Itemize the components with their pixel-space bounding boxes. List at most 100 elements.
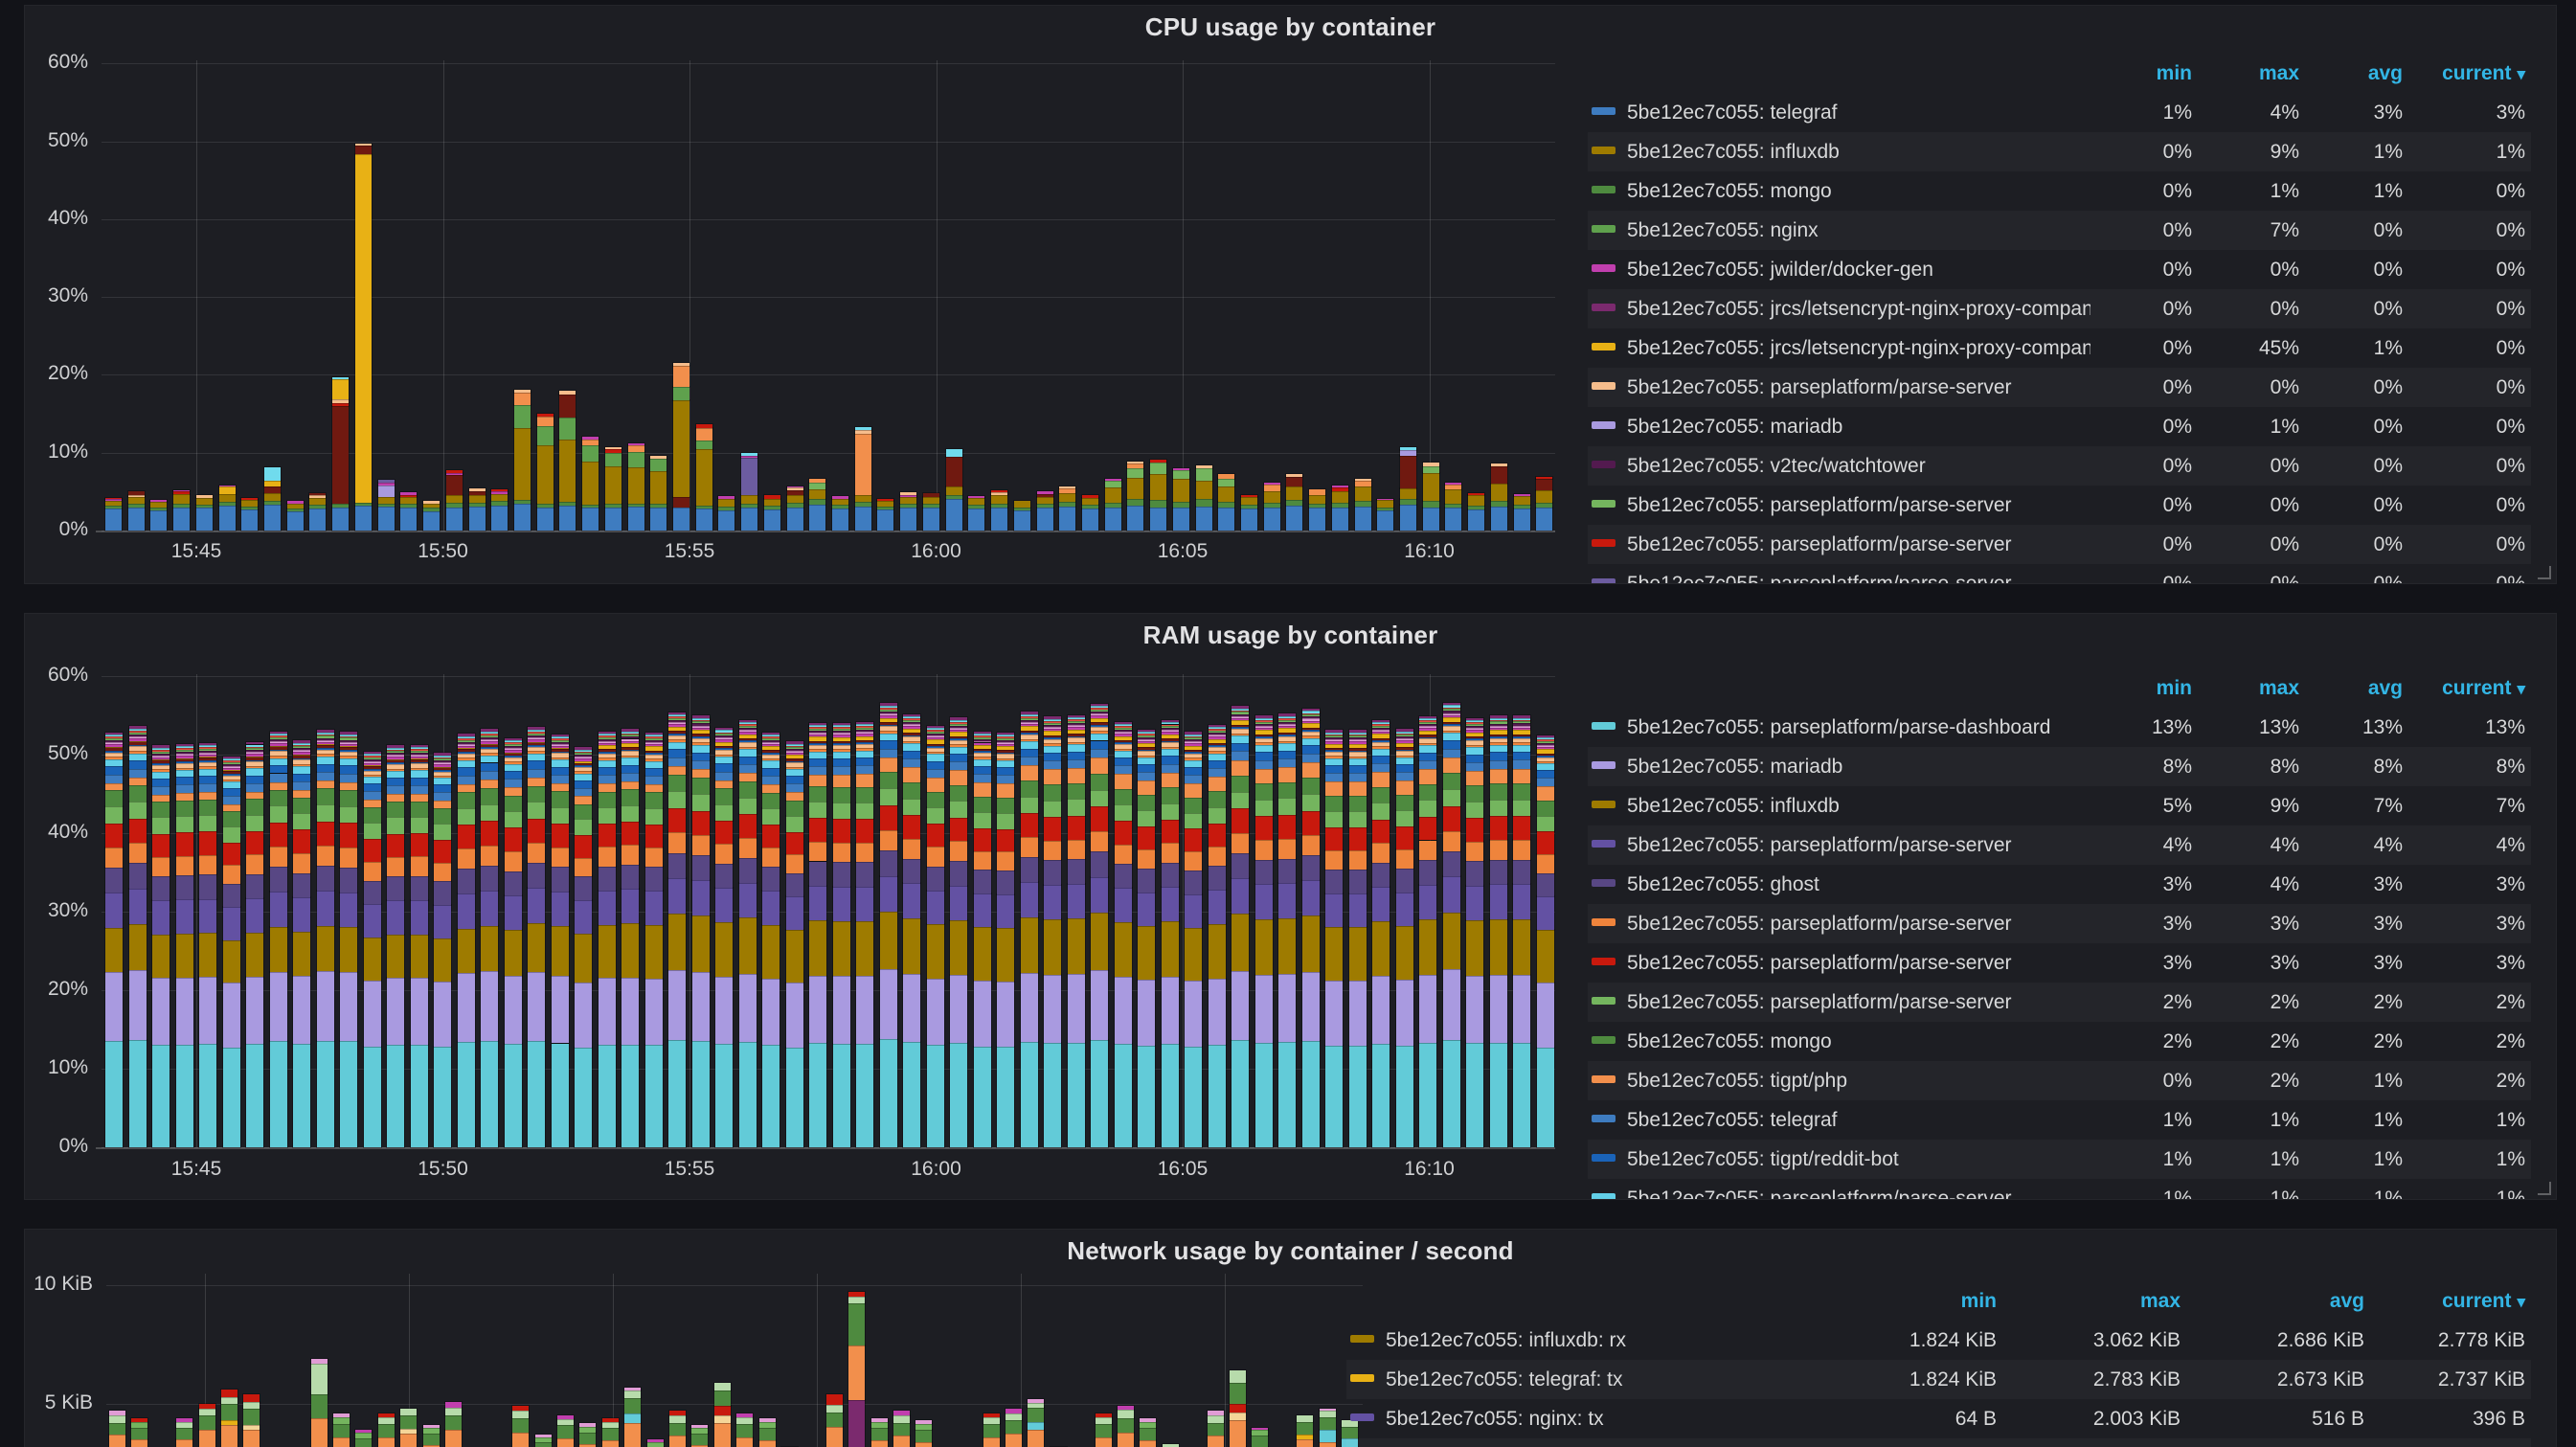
bar-segment — [1255, 884, 1273, 918]
legend-row[interactable]: 5be12ec7c055: telegraf1%4%3%3% — [1588, 93, 2531, 132]
legend-series-label[interactable]: 5be12ec7c055: parseplatform/parse-dashbo… — [1588, 716, 2090, 739]
bar-segment — [1490, 730, 1507, 735]
legend-series-label[interactable]: 5be12ec7c055: parseplatform/parse-server — [1588, 494, 2090, 517]
legend-row[interactable]: 5be12ec7c055: parseplatform/parse-server… — [1588, 983, 2531, 1022]
legend-row[interactable]: 5be12ec7c055: telegraf1%1%1%1% — [1588, 1100, 2531, 1140]
legend-value-avg: 0% — [2305, 219, 2408, 242]
legend-row[interactable]: 5be12ec7c055: mariadb0%1%0%0% — [1588, 407, 2531, 446]
bar-segment — [105, 806, 123, 824]
legend-series-label[interactable]: 5be12ec7c055: mariadb — [1588, 416, 2090, 439]
legend-header-min[interactable]: min — [2090, 677, 2198, 700]
legend-header-max[interactable]: max — [2002, 1290, 2186, 1313]
legend-header-min[interactable]: min — [2090, 62, 2198, 85]
legend-row[interactable]: 5be12ec7c055: nginx0%7%0%0% — [1588, 211, 2531, 250]
legend-series-label[interactable]: 5be12ec7c055: tigpt/php — [1588, 1070, 2090, 1093]
legend-series-label[interactable]: 5be12ec7c055: jwilder/docker-gen — [1588, 259, 2090, 282]
legend-series-label[interactable]: 5be12ec7c055: jrcs/letsencrypt-nginx-pro… — [1588, 337, 2090, 360]
bar-segment — [974, 757, 991, 758]
legend-row[interactable]: 5be12ec7c055: parseplatform/parse-server… — [1588, 486, 2531, 525]
bar-segment — [1320, 1409, 1336, 1411]
bar-segment — [762, 793, 780, 808]
legend-series-label[interactable]: 5be12ec7c055: mongo — [1588, 180, 2090, 203]
bar-segment — [1209, 760, 1226, 768]
bar-segment — [317, 866, 334, 891]
legend-series-label[interactable]: 5be12ec7c055: parseplatform/parse-server — [1588, 376, 2090, 399]
legend-series-label[interactable]: 5be12ec7c055: influxdb — [1588, 795, 2090, 818]
legend-value-current: 1% — [2408, 1109, 2531, 1132]
panel-resize-handle[interactable] — [2538, 1182, 2551, 1195]
legend-series-label[interactable]: 5be12ec7c055: mongo — [1588, 1030, 2090, 1053]
bar-segment — [552, 824, 569, 848]
legend-series-label[interactable]: 5be12ec7c055: influxdb — [1588, 141, 2090, 164]
legend-row[interactable]: 5be12ec7c055: jrcs/letsencrypt-nginx-pro… — [1588, 289, 2531, 328]
legend-header-current[interactable]: current▾ — [2370, 1290, 2531, 1313]
legend-row[interactable]: 5be12ec7c055: parseplatform/parse-dashbo… — [1588, 708, 2531, 747]
legend-header-min[interactable]: min — [1819, 1290, 2002, 1313]
bar-segment — [505, 761, 522, 763]
legend-header-max[interactable]: max — [2198, 62, 2305, 85]
legend-header-current[interactable]: current▾ — [2408, 677, 2531, 700]
legend-series-label[interactable]: 5be12ec7c055: tigpt/reddit-bot — [1588, 1148, 2090, 1171]
legend-row[interactable]: 5be12ec7c055: ghost3%4%3%3% — [1588, 865, 2531, 904]
bar-segment — [1396, 735, 1413, 736]
legend-series-label[interactable]: 5be12ec7c055: parseplatform/parse-server — [1588, 573, 2090, 585]
legend-row[interactable]: 5be12ec7c055: parseplatform/parse-server… — [1588, 564, 2531, 584]
bar-segment — [270, 805, 287, 823]
legend-row[interactable]: 5be12ec7c055: parseplatform/parse-server… — [1588, 1179, 2531, 1200]
legend-row[interactable]: 5be12ec7c055: parseplatform/parse-server… — [1588, 368, 2531, 407]
legend-row[interactable]: 5be12ec7c055: jrcs/letsencrypt-nginx-pro… — [1588, 328, 2531, 368]
legend-series-label[interactable]: 5be12ec7c055: telegraf — [1588, 1109, 2090, 1132]
bar-segment — [1513, 728, 1530, 730]
legend-series-label[interactable]: 5be12ec7c055: v2tec/watchtower — [1588, 455, 2090, 478]
legend-series-label[interactable]: 5be12ec7c055: mariadb — [1588, 756, 2090, 779]
legend-row[interactable]: 5be12ec7c055: influxdb: rx1.824 KiB3.062… — [1346, 1321, 2531, 1360]
legend-row[interactable]: 5be12ec7c055: parseplatform/parse-server… — [1588, 525, 2531, 564]
legend-series-label[interactable]: 5be12ec7c055: jrcs/letsencrypt-nginx-pro… — [1588, 298, 2090, 321]
legend-series-label[interactable]: 5be12ec7c055: telegraf: tx — [1346, 1368, 1819, 1391]
panel-resize-handle[interactable] — [2538, 566, 2551, 579]
legend-header-avg[interactable]: avg — [2186, 1290, 2370, 1313]
legend-row[interactable]: 5be12ec7c055: mongo2%2%2%2% — [1588, 1022, 2531, 1061]
legend-row[interactable]: 5be12ec7c055: parseplatform/parse-server… — [1588, 825, 2531, 865]
legend-header-max[interactable]: max — [2198, 677, 2305, 700]
legend-series-label[interactable]: 5be12ec7c055: parseplatform/parse-server — [1588, 952, 2090, 975]
legend-series-label[interactable]: 5be12ec7c055: nginx — [1588, 219, 2090, 242]
bar-segment — [645, 925, 663, 980]
legend-series-label[interactable]: 5be12ec7c055: parseplatform/parse-server — [1588, 1187, 2090, 1201]
bar-segment — [786, 746, 803, 748]
legend-series-label[interactable]: 5be12ec7c055: parseplatform/parse-server — [1588, 913, 2090, 936]
legend-series-label[interactable]: 5be12ec7c055: parseplatform/parse-server — [1588, 533, 2090, 556]
bar-segment — [575, 788, 592, 797]
y-axis-label: 0% — [25, 1135, 88, 1158]
bar-segment — [696, 428, 712, 441]
legend-series-label[interactable]: 5be12ec7c055: nginx: tx — [1346, 1408, 1819, 1431]
legend-series-label[interactable]: 5be12ec7c055: ghost — [1588, 873, 2090, 896]
legend-series-label[interactable]: 5be12ec7c055: parseplatform/parse-server — [1588, 834, 2090, 857]
bar-segment — [1372, 863, 1390, 887]
legend-row[interactable]: 5be12ec7c055: tigpt/reddit-bot1%1%1%1% — [1588, 1140, 2531, 1179]
legend-header-avg[interactable]: avg — [2305, 677, 2408, 700]
bar-segment — [1372, 921, 1390, 976]
bar-segment — [129, 819, 147, 843]
bar-segment — [786, 744, 803, 746]
legend-row[interactable]: 5be12ec7c055: influxdb0%9%1%1% — [1588, 132, 2531, 171]
legend-row[interactable]: 5be12ec7c055: v2tec/watchtower0%0%0%0% — [1588, 446, 2531, 486]
legend-row[interactable]: 5be12ec7c055: mongo0%1%1%0% — [1588, 171, 2531, 211]
bar-segment — [196, 505, 213, 508]
legend-series-label[interactable]: 5be12ec7c055: influxdb: rx — [1346, 1329, 1819, 1352]
bar-segment — [1325, 927, 1343, 981]
bar-segment — [423, 504, 440, 509]
legend-row[interactable]: 5be12ec7c055: tigpt/php0%2%1%2% — [1588, 1061, 2531, 1100]
legend-header-avg[interactable]: avg — [2305, 62, 2408, 85]
legend-row[interactable]: 5be12ec7c055: mariadb8%8%8%8% — [1588, 747, 2531, 786]
legend-row[interactable]: 5be12ec7c055: telegraf: tx1.824 KiB2.783… — [1346, 1360, 2531, 1399]
legend-row[interactable]: 5be12ec7c055: influxdb5%9%7%7% — [1588, 786, 2531, 825]
legend-series-label[interactable]: 5be12ec7c055: parseplatform/parse-server — [1588, 991, 2090, 1014]
legend-header-current[interactable]: current▾ — [2408, 62, 2531, 85]
legend-row[interactable]: 5be12ec7c055: jwilder/docker-gen0%0%0%0% — [1588, 250, 2531, 289]
legend-series-label[interactable]: 5be12ec7c055: telegraf — [1588, 102, 2090, 124]
legend-row[interactable]: 5be12ec7c055: nginx: tx64 B2.003 KiB516 … — [1346, 1399, 2531, 1438]
legend-row[interactable]: 5be12ec7c055: telegraf: rx240 B307 B360 … — [1346, 1438, 2531, 1447]
legend-row[interactable]: 5be12ec7c055: parseplatform/parse-server… — [1588, 904, 2531, 943]
legend-row[interactable]: 5be12ec7c055: parseplatform/parse-server… — [1588, 943, 2531, 983]
